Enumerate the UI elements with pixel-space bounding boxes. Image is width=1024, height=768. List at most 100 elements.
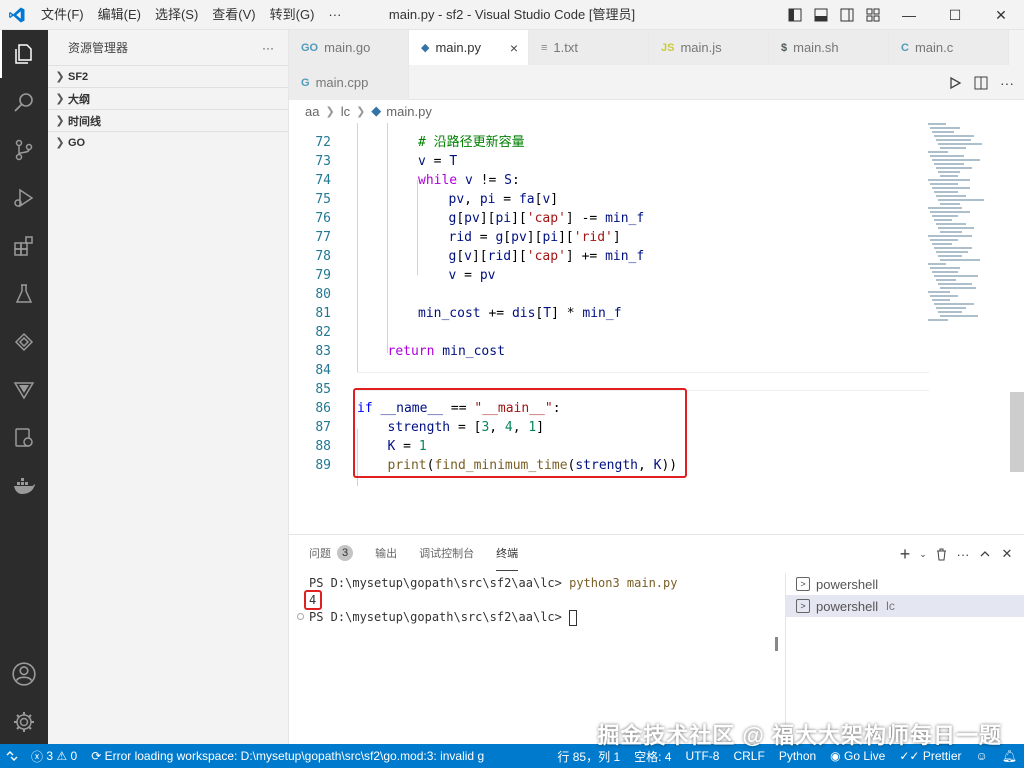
editor-tab[interactable]: $ main.sh: [769, 30, 889, 65]
chevron-right-icon: ❯: [325, 105, 335, 118]
editor-tab[interactable]: GO main.go: [289, 30, 409, 65]
menu-item[interactable]: 选择(S): [148, 0, 205, 30]
close-tab-icon[interactable]: ×: [510, 40, 518, 56]
code-line[interactable]: 78 g[v][rid]['cap'] += min_f: [289, 247, 929, 266]
sidebar-section-outline[interactable]: ❯ 大纲: [48, 87, 288, 109]
sidebar-more-button[interactable]: ···: [262, 41, 274, 55]
editor-tab[interactable]: ◆ main.py ×: [409, 30, 529, 65]
menu-item[interactable]: 编辑(E): [91, 0, 148, 30]
code-line[interactable]: 88 K = 1: [289, 437, 929, 456]
editor-tab[interactable]: JS main.js: [649, 30, 769, 65]
line-number: 79: [315, 268, 331, 283]
maximize-panel-icon[interactable]: [974, 543, 996, 565]
annotation-highlight-box: [304, 590, 322, 610]
code-line[interactable]: 73 v = T: [289, 152, 929, 171]
manage-gear-icon[interactable]: [0, 698, 48, 746]
minimap-line: [936, 307, 966, 309]
code-line[interactable]: 72 # 沿路径更新容量: [289, 133, 929, 152]
code-line[interactable]: 79 v = pv: [289, 266, 929, 285]
terminal-list-item[interactable]: > powershell: [786, 573, 1024, 595]
code-line[interactable]: 75 pv, pi = fa[v]: [289, 190, 929, 209]
code-line[interactable]: 84: [289, 361, 929, 380]
code-editor[interactable]: 72 # 沿路径更新容量 73 v = T 74 while v != S: 75 pv, p…: [289, 123, 929, 534]
toggle-primary-sidebar-icon[interactable]: [782, 0, 808, 30]
minimap-line: [930, 295, 958, 297]
breadcrumb-item[interactable]: lc: [341, 104, 350, 119]
remote-explorer-icon[interactable]: [0, 318, 48, 366]
tab-problems[interactable]: 问题 3: [309, 535, 354, 571]
sync-icon: ⟳: [91, 749, 102, 763]
chevron-right-icon: ❯: [356, 105, 366, 118]
more-actions-icon[interactable]: ···: [994, 70, 1020, 96]
code-line[interactable]: 81 min_cost += dis[T] * min_f: [289, 304, 929, 323]
toggle-panel-icon[interactable]: [808, 0, 834, 30]
code-line[interactable]: 89 print(find_minimum_time(strength, K)): [289, 456, 929, 475]
command-decoration-icon[interactable]: [297, 613, 304, 620]
breadcrumb-item[interactable]: main.py: [386, 104, 432, 119]
chevron-down-icon[interactable]: ⌄: [916, 543, 930, 565]
kill-terminal-trash-icon[interactable]: [930, 543, 952, 565]
tab-debug-console[interactable]: 调试控制台: [419, 535, 474, 571]
more-actions-icon[interactable]: ···: [952, 543, 974, 565]
menu-item[interactable]: 转到(G): [263, 0, 322, 30]
gitlens-triangle-icon[interactable]: [0, 366, 48, 414]
problems-status[interactable]: ⓧ 3 ⚠ 0: [24, 744, 84, 768]
tab-terminal[interactable]: 终端: [496, 535, 519, 571]
split-editor-icon[interactable]: [968, 70, 994, 96]
toggle-secondary-sidebar-icon[interactable]: [834, 0, 860, 30]
code-line[interactable]: 80: [289, 285, 929, 304]
code-line[interactable]: 86 if __name__ == "__main__":: [289, 399, 929, 418]
run-debug-icon[interactable]: [0, 174, 48, 222]
testing-flask-icon[interactable]: [0, 270, 48, 318]
search-icon[interactable]: [0, 78, 48, 126]
menu-item[interactable]: ···: [321, 0, 348, 30]
menu-item[interactable]: 文件(F): [34, 0, 91, 30]
editor-tab[interactable]: Cmain.c: [889, 30, 1009, 65]
minimap[interactable]: [928, 123, 1010, 323]
close-window-button[interactable]: ✕: [978, 0, 1024, 30]
minimap-line: [930, 127, 960, 129]
editor-tab[interactable]: Gmain.cpp: [289, 65, 409, 100]
sidebar-section-timeline[interactable]: ❯ 时间线: [48, 109, 288, 131]
file-type-icon: ≡: [541, 41, 548, 54]
breadcrumb-item[interactable]: aa: [305, 104, 319, 119]
terminal-scrollbar[interactable]: [775, 637, 778, 651]
minimap-line: [928, 263, 946, 265]
remote-indicator-icon[interactable]: [0, 744, 24, 768]
sidebar-section-go[interactable]: ❯ GO: [48, 131, 288, 153]
menu-item[interactable]: 查看(V): [205, 0, 262, 30]
close-panel-icon[interactable]: ✕: [996, 543, 1018, 565]
code-line[interactable]: 76 g[pv][pi]['cap'] -= min_f: [289, 209, 929, 228]
code-line[interactable]: 77 rid = g[pv][pi]['rid']: [289, 228, 929, 247]
terminal-name: powershell: [816, 598, 879, 614]
maximize-button[interactable]: ☐: [932, 0, 978, 30]
terminal-list-item[interactable]: > powershell lc: [786, 595, 1024, 617]
docker-icon[interactable]: [0, 462, 48, 510]
editor-tab[interactable]: ≡ 1.txt: [529, 30, 649, 65]
customize-layout-icon[interactable]: [860, 0, 886, 30]
extensions-icon[interactable]: [0, 222, 48, 270]
run-python-file-icon[interactable]: [942, 70, 968, 96]
line-number: 82: [315, 325, 331, 340]
code-line[interactable]: 82: [289, 323, 929, 342]
explorer-icon[interactable]: [0, 30, 48, 78]
title-bar: 文件(F) 编辑(E) 选择(S) 查看(V) 转到(G) ··· main.py - s…: [0, 0, 1024, 30]
code-line[interactable]: 83 return min_cost: [289, 342, 929, 361]
accounts-icon[interactable]: [0, 650, 48, 698]
source-control-icon[interactable]: [0, 126, 48, 174]
code-line[interactable]: 85: [289, 380, 929, 399]
editor-scrollbar[interactable]: [1010, 392, 1024, 472]
minimap-line: [934, 191, 958, 193]
minimize-button[interactable]: —: [886, 0, 932, 30]
python-file-icon: ◆: [371, 103, 382, 118]
sidebar-title: 资源管理器: [68, 41, 129, 55]
workspace-error-status[interactable]: ⟳ Error loading workspace: D:\mysetup\go…: [84, 744, 491, 768]
tab-output[interactable]: 输出: [375, 535, 397, 571]
code-line[interactable]: 87 strength = [3, 4, 1]: [289, 418, 929, 437]
section-label: SF2: [68, 70, 89, 83]
code-line[interactable]: 74 while v != S:: [289, 171, 929, 190]
explorer-sidebar: 资源管理器 ··· ❯ SF2 ❯ 大纲 ❯ 时间线 ❯ GO: [48, 30, 289, 744]
settings-sync-icon[interactable]: [0, 414, 48, 462]
sidebar-section-sf2[interactable]: ❯ SF2: [48, 65, 288, 87]
new-terminal-plus-icon[interactable]: +: [894, 543, 916, 565]
